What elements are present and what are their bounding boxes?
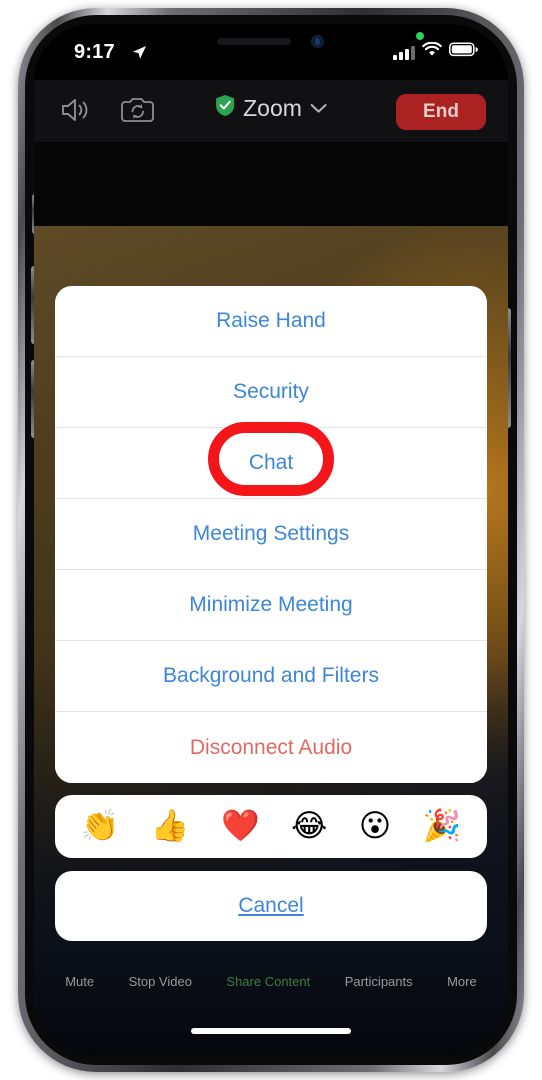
- menu-item-minimize-meeting[interactable]: Minimize Meeting: [55, 570, 487, 641]
- earpiece-speaker-icon: [217, 38, 291, 45]
- menu-item-background-and-filters[interactable]: Background and Filters: [55, 641, 487, 712]
- location-arrow-icon: [132, 45, 147, 65]
- status-time: 9:17: [74, 41, 115, 63]
- meeting-title: Zoom: [243, 94, 302, 121]
- open-mouth-emoji[interactable]: 😮: [359, 811, 391, 842]
- thumbs-up-emoji[interactable]: 👍: [151, 811, 190, 842]
- red-heart-emoji[interactable]: ❤️: [221, 811, 260, 842]
- menu-item-raise-hand[interactable]: Raise Hand: [55, 286, 487, 357]
- menu-item-disconnect-audio[interactable]: Disconnect Audio: [55, 712, 487, 783]
- camera-flip-icon[interactable]: [120, 97, 156, 129]
- shield-check-icon: [215, 94, 235, 122]
- tears-of-joy-emoji[interactable]: 😂: [291, 811, 327, 842]
- speaker-icon[interactable]: [60, 96, 94, 129]
- end-call-button[interactable]: End: [396, 94, 486, 130]
- party-popper-emoji[interactable]: 🎉: [423, 811, 462, 842]
- meeting-security-status[interactable]: Zoom: [215, 94, 327, 122]
- phone-frame: 9:17 Zoom End Mute Stop Video Share Cont…: [18, 8, 524, 1072]
- signal-bars-icon: [393, 45, 415, 60]
- green-recording-dot: [416, 32, 424, 40]
- toolbar-item-participants[interactable]: Participants: [345, 974, 413, 989]
- wifi-icon: [422, 41, 442, 62]
- phone-screen: 9:17 Zoom End Mute Stop Video Share Cont…: [34, 24, 508, 1056]
- video-stage: Mute Stop Video Share Content Participan…: [34, 142, 508, 1056]
- action-sheet-menu: Raise Hand Security Chat Meeting Setting…: [55, 286, 487, 783]
- toolbar-item-mute[interactable]: Mute: [65, 974, 94, 989]
- front-camera-icon: [311, 35, 324, 48]
- menu-item-meeting-settings[interactable]: Meeting Settings: [55, 499, 487, 570]
- chevron-down-icon: [310, 101, 327, 119]
- cancel-button[interactable]: Cancel: [238, 894, 303, 918]
- toolbar-item-stop-video[interactable]: Stop Video: [129, 974, 192, 989]
- menu-item-chat[interactable]: Chat: [55, 428, 487, 499]
- zoom-meeting-header: Zoom End: [34, 80, 508, 142]
- reaction-bar: 👏 👍 ❤️ 😂 😮 🎉: [55, 795, 487, 858]
- toolbar-item-more[interactable]: More: [447, 974, 477, 989]
- home-indicator[interactable]: [191, 1028, 351, 1034]
- action-sheet: Raise Hand Security Chat Meeting Setting…: [55, 286, 487, 941]
- meeting-toolbar: Mute Stop Video Share Content Participan…: [34, 974, 508, 1004]
- battery-full-icon: [449, 42, 478, 62]
- cancel-card: Cancel: [55, 871, 487, 941]
- clapping-hands-emoji[interactable]: 👏: [81, 811, 120, 842]
- toolbar-item-share-content[interactable]: Share Content: [226, 974, 310, 989]
- status-icons: [393, 41, 478, 62]
- notch: [163, 24, 379, 62]
- menu-item-security[interactable]: Security: [55, 357, 487, 428]
